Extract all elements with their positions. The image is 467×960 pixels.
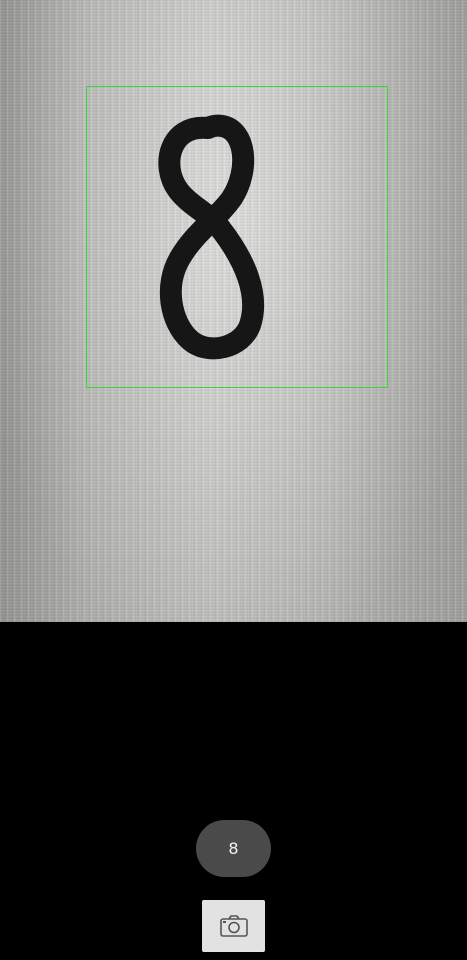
prediction-result-badge: 8 <box>196 820 271 877</box>
camera-icon <box>219 915 248 937</box>
capture-button[interactable] <box>202 900 265 952</box>
camera-preview <box>0 0 467 622</box>
detection-box <box>86 86 388 388</box>
camera-screen: 8 <box>0 0 467 960</box>
